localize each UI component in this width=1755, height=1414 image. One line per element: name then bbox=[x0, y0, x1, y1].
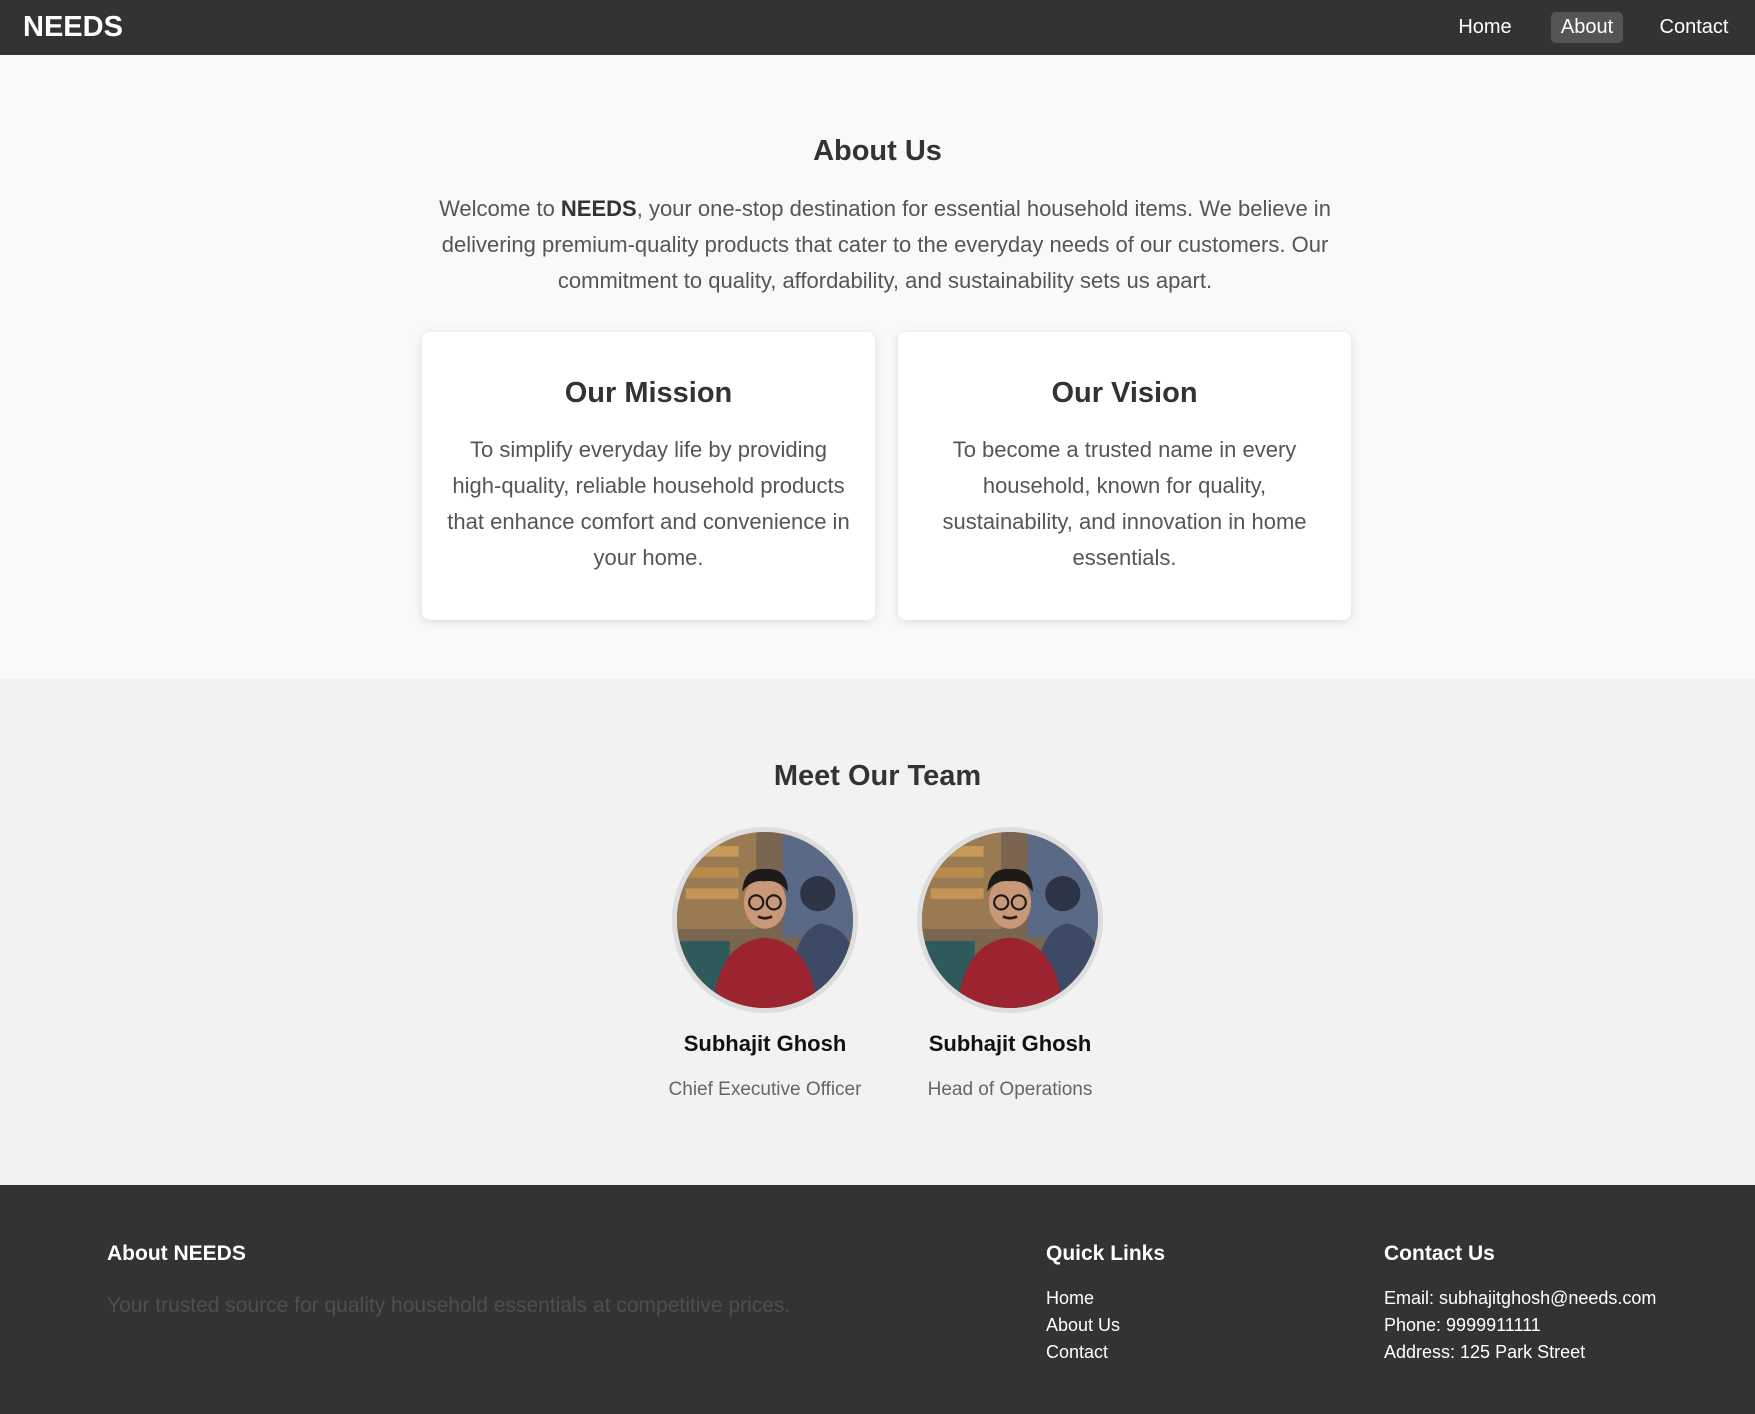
footer-contact-title: Contact Us bbox=[1384, 1242, 1495, 1265]
footer-link-contact[interactable]: Contact bbox=[1046, 1339, 1120, 1366]
footer-contact-email: Email: subhajitghosh@needs.com bbox=[1384, 1288, 1657, 1308]
about-title: About Us bbox=[813, 135, 942, 167]
footer: About NEEDS Your trusted source for qual… bbox=[0, 1185, 1755, 1414]
footer-about-title: About NEEDS bbox=[107, 1242, 246, 1265]
footer-about-text: Your trusted source for quality househol… bbox=[107, 1294, 791, 1317]
intro-brand: NEEDS bbox=[560, 196, 637, 221]
footer-link-home[interactable]: Home bbox=[1046, 1285, 1120, 1312]
team-member-card: Subhajit Ghosh Head of Operations bbox=[890, 827, 1130, 1107]
vision-card: Our Vision To become a trusted name in e… bbox=[898, 332, 1351, 620]
team-section: Meet Our Team Subhajit Ghosh Chief Execu… bbox=[0, 679, 1755, 1185]
footer-link-about[interactable]: About Us bbox=[1046, 1312, 1120, 1339]
about-intro: Welcome to NEEDS, your one-stop destinat… bbox=[425, 191, 1345, 299]
footer-links-list: Home About Us Contact bbox=[1046, 1285, 1120, 1366]
nav-link-about[interactable]: About bbox=[1551, 12, 1623, 43]
footer-contact-list: Email: subhajitghosh@needs.com Phone: 99… bbox=[1384, 1285, 1656, 1366]
member-name: Subhajit Ghosh bbox=[928, 1031, 1092, 1056]
navbar: NEEDS Home About Contact bbox=[0, 0, 1755, 55]
footer-links-title: Quick Links bbox=[1046, 1242, 1166, 1265]
footer-contact-address: Address: 125 Park Street bbox=[1384, 1342, 1586, 1362]
member-photo bbox=[917, 827, 1103, 1013]
member-photo bbox=[672, 827, 858, 1013]
mission-card: Our Mission To simplify everyday life by… bbox=[422, 332, 875, 620]
vision-text: To become a trusted name in every househ… bbox=[942, 437, 1307, 570]
intro-prefix: Welcome to bbox=[439, 196, 561, 221]
brand-logo[interactable]: NEEDS bbox=[23, 11, 123, 43]
member-role: Chief Executive Officer bbox=[668, 1079, 862, 1100]
nav-link-home[interactable]: Home bbox=[1450, 12, 1520, 43]
member-role: Head of Operations bbox=[927, 1079, 1093, 1100]
mission-title: Our Mission bbox=[564, 377, 733, 409]
team-member-card: Subhajit Ghosh Chief Executive Officer bbox=[645, 827, 885, 1107]
member-name: Subhajit Ghosh bbox=[683, 1031, 847, 1056]
footer-contact-phone: Phone: 9999911111 bbox=[1384, 1315, 1541, 1335]
vision-title: Our Vision bbox=[1051, 377, 1198, 409]
mission-text: To simplify everyday life by providing h… bbox=[447, 437, 850, 570]
nav-link-contact[interactable]: Contact bbox=[1654, 12, 1734, 43]
about-section: About Us Welcome to NEEDS, your one-stop… bbox=[0, 55, 1755, 679]
team-title: Meet Our Team bbox=[773, 760, 982, 792]
